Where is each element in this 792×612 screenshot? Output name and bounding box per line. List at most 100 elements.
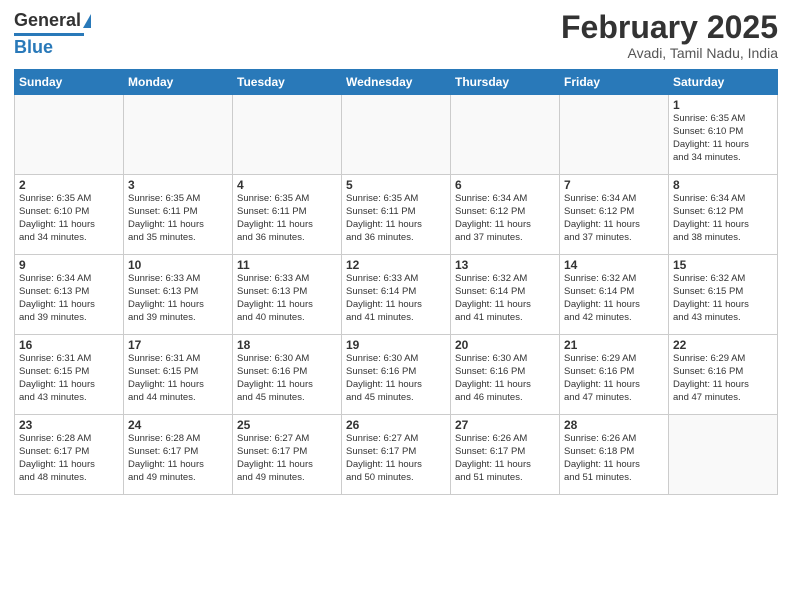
location-text: Avadi, Tamil Nadu, India xyxy=(561,45,778,61)
col-monday: Monday xyxy=(124,70,233,95)
day-info: Sunrise: 6:27 AMSunset: 6:17 PMDaylight:… xyxy=(346,433,446,484)
day-number: 6 xyxy=(455,178,555,192)
table-row: 11Sunrise: 6:33 AMSunset: 6:13 PMDayligh… xyxy=(233,255,342,335)
table-row xyxy=(560,95,669,175)
col-sunday: Sunday xyxy=(15,70,124,95)
day-info: Sunrise: 6:33 AMSunset: 6:13 PMDaylight:… xyxy=(237,273,337,324)
calendar-week-row: 1Sunrise: 6:35 AMSunset: 6:10 PMDaylight… xyxy=(15,95,778,175)
day-number: 16 xyxy=(19,338,119,352)
table-row: 13Sunrise: 6:32 AMSunset: 6:14 PMDayligh… xyxy=(451,255,560,335)
page-header: General Blue February 2025 Avadi, Tamil … xyxy=(14,10,778,61)
calendar-week-row: 23Sunrise: 6:28 AMSunset: 6:17 PMDayligh… xyxy=(15,415,778,495)
table-row: 3Sunrise: 6:35 AMSunset: 6:11 PMDaylight… xyxy=(124,175,233,255)
day-number: 23 xyxy=(19,418,119,432)
day-info: Sunrise: 6:34 AMSunset: 6:13 PMDaylight:… xyxy=(19,273,119,324)
day-info: Sunrise: 6:33 AMSunset: 6:14 PMDaylight:… xyxy=(346,273,446,324)
calendar-week-row: 2Sunrise: 6:35 AMSunset: 6:10 PMDaylight… xyxy=(15,175,778,255)
table-row: 5Sunrise: 6:35 AMSunset: 6:11 PMDaylight… xyxy=(342,175,451,255)
logo-underline xyxy=(14,33,84,36)
table-row: 24Sunrise: 6:28 AMSunset: 6:17 PMDayligh… xyxy=(124,415,233,495)
day-info: Sunrise: 6:30 AMSunset: 6:16 PMDaylight:… xyxy=(237,353,337,404)
table-row: 4Sunrise: 6:35 AMSunset: 6:11 PMDaylight… xyxy=(233,175,342,255)
day-number: 13 xyxy=(455,258,555,272)
table-row xyxy=(669,415,778,495)
title-block: February 2025 Avadi, Tamil Nadu, India xyxy=(561,10,778,61)
col-thursday: Thursday xyxy=(451,70,560,95)
table-row: 7Sunrise: 6:34 AMSunset: 6:12 PMDaylight… xyxy=(560,175,669,255)
col-wednesday: Wednesday xyxy=(342,70,451,95)
calendar-week-row: 16Sunrise: 6:31 AMSunset: 6:15 PMDayligh… xyxy=(15,335,778,415)
day-number: 10 xyxy=(128,258,228,272)
day-info: Sunrise: 6:34 AMSunset: 6:12 PMDaylight:… xyxy=(455,193,555,244)
day-info: Sunrise: 6:33 AMSunset: 6:13 PMDaylight:… xyxy=(128,273,228,324)
day-number: 9 xyxy=(19,258,119,272)
logo-blue-text: Blue xyxy=(14,37,53,58)
day-info: Sunrise: 6:35 AMSunset: 6:10 PMDaylight:… xyxy=(19,193,119,244)
table-row: 8Sunrise: 6:34 AMSunset: 6:12 PMDaylight… xyxy=(669,175,778,255)
day-number: 19 xyxy=(346,338,446,352)
day-number: 7 xyxy=(564,178,664,192)
table-row: 10Sunrise: 6:33 AMSunset: 6:13 PMDayligh… xyxy=(124,255,233,335)
day-info: Sunrise: 6:29 AMSunset: 6:16 PMDaylight:… xyxy=(673,353,773,404)
table-row xyxy=(451,95,560,175)
table-row: 12Sunrise: 6:33 AMSunset: 6:14 PMDayligh… xyxy=(342,255,451,335)
col-friday: Friday xyxy=(560,70,669,95)
day-number: 28 xyxy=(564,418,664,432)
table-row: 23Sunrise: 6:28 AMSunset: 6:17 PMDayligh… xyxy=(15,415,124,495)
table-row: 15Sunrise: 6:32 AMSunset: 6:15 PMDayligh… xyxy=(669,255,778,335)
calendar-table: Sunday Monday Tuesday Wednesday Thursday… xyxy=(14,69,778,495)
table-row: 18Sunrise: 6:30 AMSunset: 6:16 PMDayligh… xyxy=(233,335,342,415)
day-number: 27 xyxy=(455,418,555,432)
day-info: Sunrise: 6:35 AMSunset: 6:10 PMDaylight:… xyxy=(673,113,773,164)
day-number: 12 xyxy=(346,258,446,272)
table-row: 6Sunrise: 6:34 AMSunset: 6:12 PMDaylight… xyxy=(451,175,560,255)
table-row: 14Sunrise: 6:32 AMSunset: 6:14 PMDayligh… xyxy=(560,255,669,335)
month-title: February 2025 xyxy=(561,10,778,45)
day-info: Sunrise: 6:35 AMSunset: 6:11 PMDaylight:… xyxy=(346,193,446,244)
day-number: 8 xyxy=(673,178,773,192)
day-info: Sunrise: 6:26 AMSunset: 6:17 PMDaylight:… xyxy=(455,433,555,484)
calendar-week-row: 9Sunrise: 6:34 AMSunset: 6:13 PMDaylight… xyxy=(15,255,778,335)
logo-general-text: General xyxy=(14,10,81,31)
day-number: 24 xyxy=(128,418,228,432)
table-row: 21Sunrise: 6:29 AMSunset: 6:16 PMDayligh… xyxy=(560,335,669,415)
day-info: Sunrise: 6:29 AMSunset: 6:16 PMDaylight:… xyxy=(564,353,664,404)
day-info: Sunrise: 6:32 AMSunset: 6:14 PMDaylight:… xyxy=(455,273,555,324)
day-number: 21 xyxy=(564,338,664,352)
day-number: 25 xyxy=(237,418,337,432)
day-number: 4 xyxy=(237,178,337,192)
day-number: 15 xyxy=(673,258,773,272)
calendar-header-row: Sunday Monday Tuesday Wednesday Thursday… xyxy=(15,70,778,95)
day-number: 5 xyxy=(346,178,446,192)
table-row: 27Sunrise: 6:26 AMSunset: 6:17 PMDayligh… xyxy=(451,415,560,495)
table-row: 1Sunrise: 6:35 AMSunset: 6:10 PMDaylight… xyxy=(669,95,778,175)
day-info: Sunrise: 6:28 AMSunset: 6:17 PMDaylight:… xyxy=(19,433,119,484)
day-info: Sunrise: 6:31 AMSunset: 6:15 PMDaylight:… xyxy=(128,353,228,404)
day-number: 3 xyxy=(128,178,228,192)
table-row xyxy=(233,95,342,175)
day-number: 18 xyxy=(237,338,337,352)
logo: General Blue xyxy=(14,10,91,58)
col-tuesday: Tuesday xyxy=(233,70,342,95)
day-info: Sunrise: 6:27 AMSunset: 6:17 PMDaylight:… xyxy=(237,433,337,484)
day-number: 14 xyxy=(564,258,664,272)
table-row: 17Sunrise: 6:31 AMSunset: 6:15 PMDayligh… xyxy=(124,335,233,415)
table-row: 9Sunrise: 6:34 AMSunset: 6:13 PMDaylight… xyxy=(15,255,124,335)
col-saturday: Saturday xyxy=(669,70,778,95)
day-info: Sunrise: 6:31 AMSunset: 6:15 PMDaylight:… xyxy=(19,353,119,404)
day-number: 26 xyxy=(346,418,446,432)
day-info: Sunrise: 6:34 AMSunset: 6:12 PMDaylight:… xyxy=(564,193,664,244)
day-info: Sunrise: 6:32 AMSunset: 6:14 PMDaylight:… xyxy=(564,273,664,324)
table-row: 19Sunrise: 6:30 AMSunset: 6:16 PMDayligh… xyxy=(342,335,451,415)
day-info: Sunrise: 6:34 AMSunset: 6:12 PMDaylight:… xyxy=(673,193,773,244)
table-row xyxy=(342,95,451,175)
day-info: Sunrise: 6:28 AMSunset: 6:17 PMDaylight:… xyxy=(128,433,228,484)
day-info: Sunrise: 6:32 AMSunset: 6:15 PMDaylight:… xyxy=(673,273,773,324)
table-row: 25Sunrise: 6:27 AMSunset: 6:17 PMDayligh… xyxy=(233,415,342,495)
table-row xyxy=(124,95,233,175)
day-number: 17 xyxy=(128,338,228,352)
day-number: 11 xyxy=(237,258,337,272)
day-number: 22 xyxy=(673,338,773,352)
logo-triangle-icon xyxy=(83,14,91,28)
day-info: Sunrise: 6:35 AMSunset: 6:11 PMDaylight:… xyxy=(237,193,337,244)
